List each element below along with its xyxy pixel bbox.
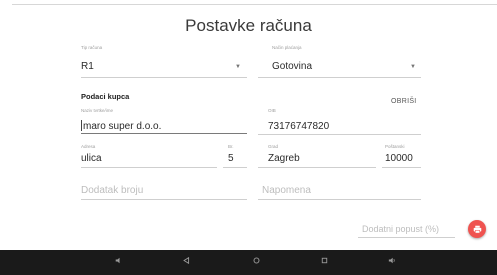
house-number-label: Br. bbox=[228, 144, 234, 149]
text-cursor bbox=[81, 120, 82, 131]
volume-down-icon[interactable] bbox=[112, 257, 124, 266]
number-suffix-underline bbox=[81, 199, 247, 200]
volume-up-icon[interactable] bbox=[386, 257, 398, 266]
caret-down-icon: ▼ bbox=[410, 64, 416, 70]
customer-name-field[interactable]: maro super d.o.o. bbox=[83, 121, 243, 132]
print-button[interactable] bbox=[468, 220, 486, 238]
home-icon[interactable] bbox=[250, 257, 262, 266]
page-title: Postavke računa bbox=[185, 16, 312, 35]
address-label: Adresa bbox=[81, 144, 96, 149]
customer-name-label: Naziv tvrtke/ime bbox=[81, 108, 114, 113]
postal-code-field[interactable]: 10000 bbox=[385, 153, 421, 164]
clear-customer-button[interactable]: OBRIŠI bbox=[391, 98, 417, 105]
postal-code-underline bbox=[382, 167, 421, 168]
oib-field[interactable]: 73176747820 bbox=[268, 121, 418, 132]
payment-method-select[interactable]: Gotovina ▼ bbox=[272, 55, 420, 75]
payment-method-value: Gotovina bbox=[272, 61, 313, 72]
address-underline bbox=[81, 167, 217, 168]
invoice-type-select[interactable]: R1 ▼ bbox=[81, 55, 247, 75]
note-field[interactable]: Napomena bbox=[262, 185, 412, 196]
house-number-field[interactable]: 5 bbox=[228, 153, 246, 164]
house-number-underline bbox=[223, 167, 247, 168]
oib-label: OIB bbox=[268, 108, 276, 113]
city-label: Grad bbox=[268, 144, 279, 149]
recents-icon[interactable] bbox=[318, 257, 330, 266]
invoice-type-underline bbox=[81, 77, 247, 78]
number-suffix-field[interactable]: Dodatak broju bbox=[81, 185, 241, 196]
postal-code-label: Poštanski bbox=[385, 144, 405, 149]
printer-icon bbox=[473, 225, 481, 233]
address-field[interactable]: ulica bbox=[81, 153, 211, 164]
city-field[interactable]: Zagreb bbox=[268, 153, 368, 164]
invoice-type-label: Tip računa bbox=[81, 45, 103, 50]
customer-name-underline bbox=[81, 133, 247, 134]
invoice-type-value: R1 bbox=[81, 61, 94, 72]
payment-method-underline bbox=[258, 77, 421, 78]
oib-underline bbox=[258, 134, 421, 135]
back-icon[interactable] bbox=[180, 256, 192, 266]
payment-method-label: Način plaćanja bbox=[272, 45, 302, 50]
customer-section-heading: Podaci kupca bbox=[81, 92, 130, 101]
city-underline bbox=[258, 167, 376, 168]
discount-underline bbox=[358, 237, 455, 238]
system-navigation-bar bbox=[0, 250, 497, 275]
note-underline bbox=[258, 199, 421, 200]
top-divider bbox=[12, 4, 497, 5]
caret-down-icon: ▼ bbox=[235, 64, 241, 70]
discount-field[interactable]: Dodatni popust (%) bbox=[362, 224, 457, 234]
